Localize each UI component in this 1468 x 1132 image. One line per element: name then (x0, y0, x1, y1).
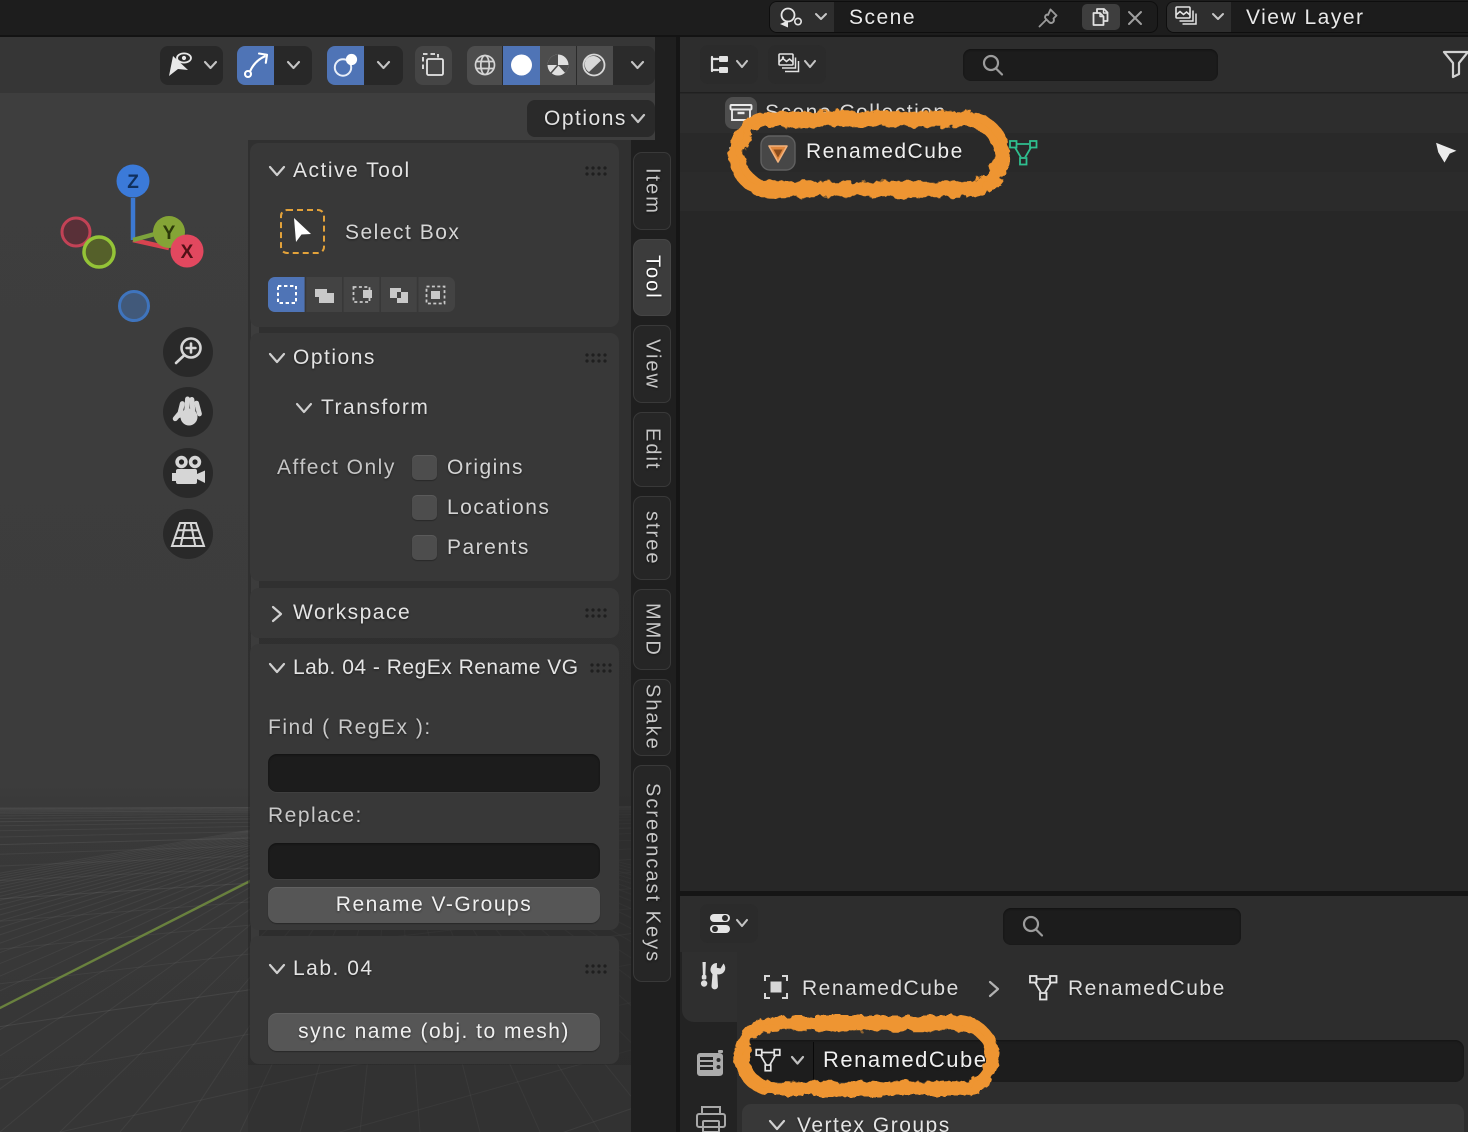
svg-text:Y: Y (163, 223, 176, 244)
svg-text:Z: Z (127, 172, 139, 193)
svg-text:X: X (181, 242, 194, 263)
